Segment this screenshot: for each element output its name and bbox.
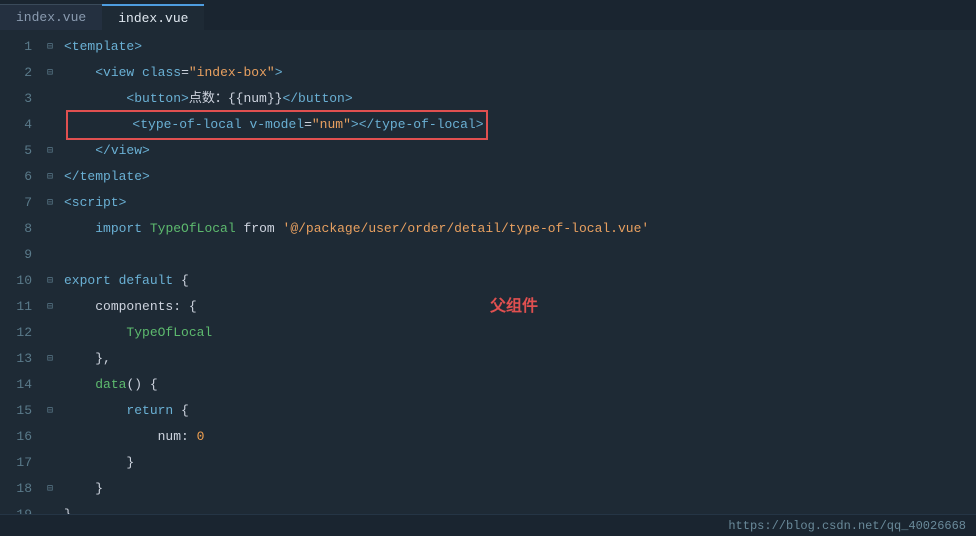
ln-19: 19 — [0, 502, 32, 514]
code-line-10: export default { — [60, 268, 976, 294]
token: <button>点数：{{num}}</button> — [64, 86, 353, 112]
code-line-18: } — [60, 476, 976, 502]
token: export default { — [64, 268, 189, 294]
token: } — [64, 450, 134, 476]
csdn-url: https://blog.csdn.net/qq_40026668 — [728, 519, 966, 533]
tab-1[interactable]: index.vue — [0, 4, 102, 30]
code-line-5: </view> — [60, 138, 976, 164]
gc-11[interactable]: ⊟ — [40, 294, 60, 320]
token: } — [64, 476, 103, 502]
token — [64, 242, 72, 268]
token: data() { — [64, 372, 158, 398]
gc-13[interactable]: ⊟ — [40, 346, 60, 372]
ln-5: 5 — [0, 138, 32, 164]
gc-10[interactable]: ⊟ — [40, 268, 60, 294]
tab-2-label: index.vue — [118, 11, 188, 26]
code-line-16: num: 0 — [60, 424, 976, 450]
gc-5[interactable]: ⊟ — [40, 138, 60, 164]
gc-19 — [40, 502, 60, 514]
code-line-2: <view class="index-box"> — [60, 60, 976, 86]
code-line-17: } — [60, 450, 976, 476]
code-line-19: } — [60, 502, 976, 514]
code-area: 1 2 3 4 5 6 7 8 9 10 11 12 13 14 15 16 1… — [0, 30, 976, 514]
token: components: { — [64, 294, 197, 320]
code-line-12: TypeOfLocal — [60, 320, 976, 346]
ln-2: 2 — [0, 60, 32, 86]
gutter: ⊟ ⊟ ⊟ ⊟ ⊟ ⊟ ⊟ ⊟ ⊟ ⊟ ⊟ — [40, 30, 60, 514]
token: <script> — [64, 190, 126, 216]
gc-9 — [40, 242, 60, 268]
gc-3 — [40, 86, 60, 112]
ln-15: 15 — [0, 398, 32, 424]
ln-18: 18 — [0, 476, 32, 502]
ln-13: 13 — [0, 346, 32, 372]
gc-2[interactable]: ⊟ — [40, 60, 60, 86]
gc-18[interactable]: ⊟ — [40, 476, 60, 502]
code-line-6: </template> — [60, 164, 976, 190]
gc-4 — [40, 112, 60, 138]
gc-14 — [40, 372, 60, 398]
token: }, — [64, 346, 111, 372]
token: <view class="index-box"> — [64, 60, 283, 86]
code-line-1: <template> — [60, 34, 976, 60]
gc-8 — [40, 216, 60, 242]
tab-1-label: index.vue — [16, 10, 86, 25]
tab-bar: index.vue index.vue — [0, 0, 976, 30]
code-editor: index.vue index.vue 1 2 3 4 5 6 7 8 9 10… — [0, 0, 976, 536]
code-line-8: import TypeOfLocal from '@/package/user/… — [60, 216, 976, 242]
tab-2[interactable]: index.vue — [102, 4, 204, 30]
ln-1: 1 — [0, 34, 32, 60]
token: <type-of-local v-model="num"></type-of-l… — [66, 110, 488, 140]
ln-16: 16 — [0, 424, 32, 450]
code-lines: <template> <view class="index-box"> <but… — [60, 30, 976, 514]
ln-10: 10 — [0, 268, 32, 294]
token: </view> — [64, 138, 150, 164]
ln-3: 3 — [0, 86, 32, 112]
line-numbers: 1 2 3 4 5 6 7 8 9 10 11 12 13 14 15 16 1… — [0, 30, 40, 514]
ln-17: 17 — [0, 450, 32, 476]
ln-4: 4 — [0, 112, 32, 138]
code-line-14: data() { — [60, 372, 976, 398]
gc-12 — [40, 320, 60, 346]
ln-14: 14 — [0, 372, 32, 398]
ln-9: 9 — [0, 242, 32, 268]
bottom-bar: https://blog.csdn.net/qq_40026668 — [0, 514, 976, 536]
code-line-4: <type-of-local v-model="num"></type-of-l… — [60, 112, 976, 138]
code-line-11: components: { 父组件 — [60, 294, 976, 320]
token: } — [64, 502, 72, 514]
token: TypeOfLocal — [64, 320, 212, 346]
token: import TypeOfLocal from '@/package/user/… — [64, 216, 649, 242]
code-line-15: return { — [60, 398, 976, 424]
gc-1[interactable]: ⊟ — [40, 34, 60, 60]
ln-8: 8 — [0, 216, 32, 242]
parent-component-label: 父组件 — [490, 294, 538, 320]
gc-17 — [40, 450, 60, 476]
code-line-3: <button>点数：{{num}}</button> — [60, 86, 976, 112]
code-line-9 — [60, 242, 976, 268]
token: num: 0 — [64, 424, 204, 450]
code-line-7: <script> — [60, 190, 976, 216]
ln-6: 6 — [0, 164, 32, 190]
ln-7: 7 — [0, 190, 32, 216]
code-line-13: }, — [60, 346, 976, 372]
token: </template> — [64, 164, 150, 190]
gc-6[interactable]: ⊟ — [40, 164, 60, 190]
token: return { — [64, 398, 189, 424]
gc-7[interactable]: ⊟ — [40, 190, 60, 216]
token: <template> — [64, 34, 142, 60]
gc-16 — [40, 424, 60, 450]
gc-15[interactable]: ⊟ — [40, 398, 60, 424]
ln-12: 12 — [0, 320, 32, 346]
ln-11: 11 — [0, 294, 32, 320]
